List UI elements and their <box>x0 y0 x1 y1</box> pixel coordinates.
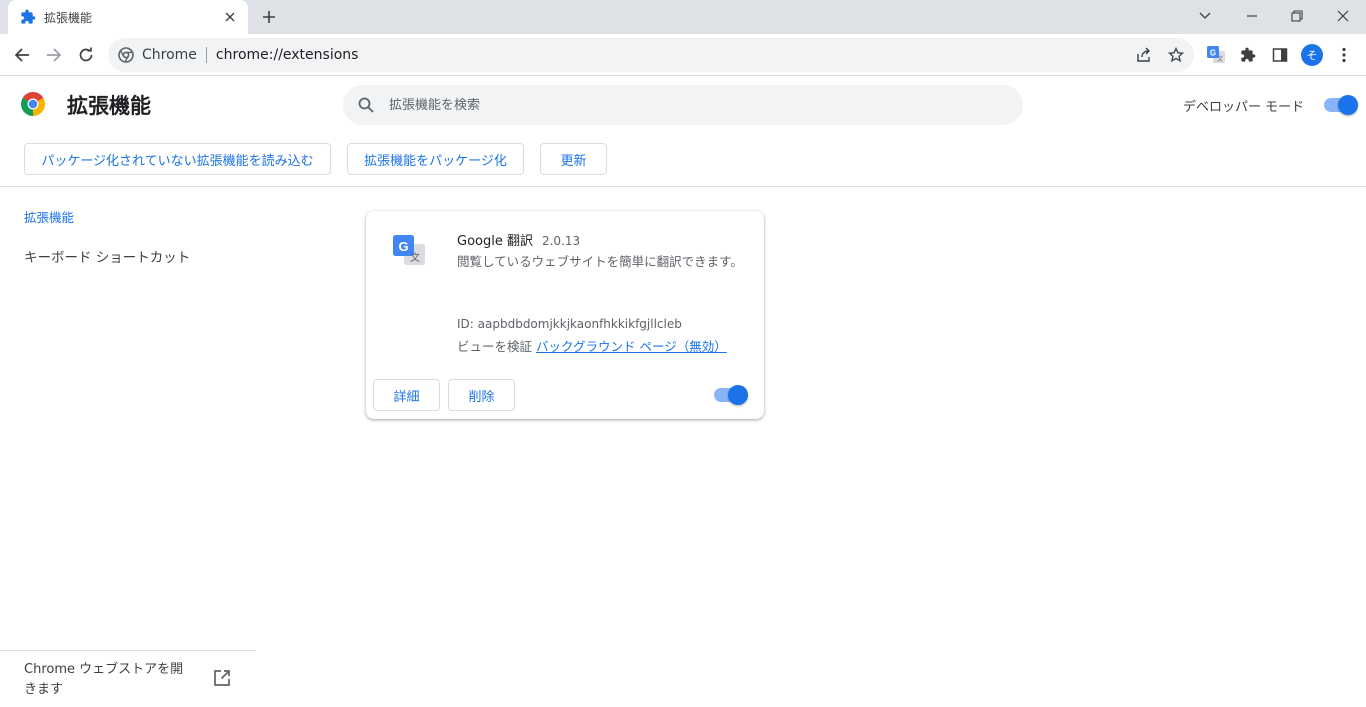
extension-enable-toggle[interactable] <box>714 385 748 405</box>
restore-icon <box>1291 10 1303 22</box>
search-input[interactable] <box>389 97 989 113</box>
more-vert-icon <box>1342 47 1346 63</box>
chrome-logo-icon <box>21 92 45 116</box>
plus-icon <box>263 11 275 23</box>
toolbar: Chrome chrome://extensions G文 そ <box>0 34 1366 76</box>
extension-version: 2.0.13 <box>541 234 581 248</box>
extension-name: Google 翻訳 <box>457 234 533 249</box>
load-unpacked-button[interactable]: パッケージ化されていない拡張機能を読み込む <box>24 143 331 175</box>
close-icon <box>1337 10 1349 22</box>
puzzle-piece-icon <box>1241 47 1256 62</box>
side-panel-button[interactable] <box>1268 43 1292 67</box>
toggle-knob <box>728 385 748 405</box>
web-store-link[interactable]: Chrome ウェブストアを開きます <box>24 660 194 700</box>
restore-button[interactable] <box>1285 5 1309 27</box>
tab-title: 拡張機能 <box>44 10 93 25</box>
developer-mode-toggle[interactable] <box>1324 95 1358 115</box>
site-name: Chrome <box>142 47 197 63</box>
minimize-icon <box>1247 15 1257 17</box>
search-icon <box>357 96 375 114</box>
details-button[interactable]: 詳細 <box>373 379 440 411</box>
tab-extensions[interactable]: 拡張機能 <box>8 0 248 34</box>
close-icon[interactable] <box>222 9 238 25</box>
minimize-button[interactable] <box>1240 5 1264 27</box>
share-icon <box>1137 47 1150 62</box>
tab-strip: 拡張機能 <box>0 0 1366 34</box>
chevron-down-icon <box>1199 12 1211 19</box>
sidebar-item-keyboard-shortcuts[interactable]: キーボード ショートカット <box>24 246 190 266</box>
tab-search-button[interactable] <box>1193 5 1217 27</box>
toggle-knob <box>1338 95 1358 115</box>
side-panel-icon <box>1272 48 1288 62</box>
developer-mode-label: デベロッパー モード <box>1183 100 1305 115</box>
google-translate-icon: G 文 <box>391 233 427 269</box>
remove-button[interactable]: 削除 <box>448 379 515 411</box>
background-page-link[interactable]: バックグラウンド ページ（無効） <box>536 339 727 354</box>
extension-description: 閲覧しているウェブサイトを簡単に翻訳できます。 <box>457 254 743 269</box>
svg-text:G: G <box>1210 49 1216 58</box>
share-button[interactable] <box>1132 43 1156 67</box>
extension-title-row: Google 翻訳 2.0.13 <box>457 230 580 249</box>
chrome-icon <box>118 47 134 63</box>
sidebar-item-extensions[interactable]: 拡張機能 <box>24 207 74 226</box>
pack-extension-button[interactable]: 拡張機能をパッケージ化 <box>347 143 524 175</box>
new-tab-button[interactable] <box>258 6 280 28</box>
svg-text:G: G <box>398 239 408 254</box>
forward-button[interactable] <box>42 43 66 67</box>
star-icon <box>1168 47 1184 63</box>
arrow-right-icon <box>47 48 62 62</box>
extensions-header: 拡張機能 デベロッパー モード パッケージ化されていない拡張機能を読み込む 拡張… <box>0 77 1366 187</box>
extension-id: ID: aapbdbdomjkkjkaonfhkkikfgjllcleb <box>457 317 682 331</box>
puzzle-piece-icon <box>20 9 36 25</box>
open-in-new-icon[interactable] <box>213 669 233 689</box>
inspect-views-label: ビューを検証 <box>457 339 533 354</box>
back-button[interactable] <box>10 43 34 67</box>
profile-avatar[interactable]: そ <box>1301 44 1323 66</box>
reload-button[interactable] <box>74 43 98 67</box>
url-text[interactable]: chrome://extensions <box>216 47 359 63</box>
chrome-menu-button[interactable] <box>1332 43 1356 67</box>
svg-text:文: 文 <box>410 251 420 264</box>
extensions-search[interactable] <box>343 85 1023 125</box>
google-translate-icon: G文 <box>1207 46 1225 63</box>
extensions-menu-button[interactable] <box>1236 43 1260 67</box>
inspect-views: ビューを検証 バックグラウンド ページ（無効） <box>457 336 727 355</box>
svg-text:文: 文 <box>1217 55 1223 63</box>
address-bar[interactable]: Chrome chrome://extensions <box>108 38 1194 72</box>
window-close-button[interactable] <box>1331 5 1355 27</box>
page-title: 拡張機能 <box>67 94 151 118</box>
bookmark-button[interactable] <box>1164 43 1188 67</box>
update-button[interactable]: 更新 <box>540 143 607 175</box>
extension-card: G 文 Google 翻訳 2.0.13 閲覧しているウェブサイトを簡単に翻訳で… <box>366 211 764 419</box>
address-separator <box>205 47 207 63</box>
reload-icon <box>79 47 93 62</box>
google-translate-extension-button[interactable]: G文 <box>1204 43 1228 67</box>
arrow-left-icon <box>14 48 29 62</box>
sidebar-divider <box>0 650 256 651</box>
